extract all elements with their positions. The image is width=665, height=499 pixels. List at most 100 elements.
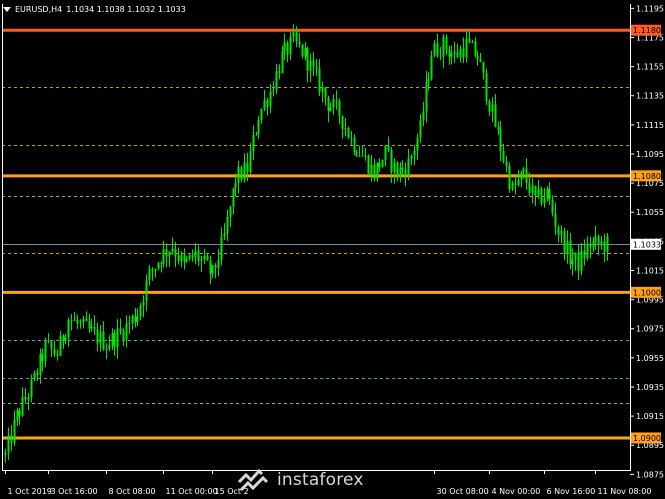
candle bbox=[462, 37, 465, 64]
candle bbox=[263, 89, 266, 112]
candle-body bbox=[85, 318, 88, 322]
candle bbox=[24, 388, 27, 404]
candle bbox=[315, 58, 318, 77]
price-level-labels: 1.1180 1.1080 1.1000 1.0900 1.1033 bbox=[631, 24, 661, 444]
candle-body bbox=[367, 155, 370, 175]
candle bbox=[338, 98, 341, 125]
candle bbox=[275, 63, 278, 95]
candle-body bbox=[232, 188, 235, 207]
candle-body bbox=[119, 328, 122, 332]
candle-body bbox=[445, 36, 448, 51]
candle bbox=[185, 256, 188, 264]
candle-body bbox=[301, 44, 304, 57]
level-price-tag: 1.1180 bbox=[631, 24, 661, 36]
candle bbox=[301, 43, 304, 59]
candle-body bbox=[479, 59, 482, 63]
candle bbox=[474, 37, 477, 58]
candle-body bbox=[209, 260, 212, 274]
candle-body bbox=[312, 60, 315, 67]
candle bbox=[209, 255, 212, 285]
candle-body bbox=[113, 333, 116, 348]
candle bbox=[157, 261, 160, 271]
candle bbox=[387, 136, 390, 153]
candle-body bbox=[220, 236, 223, 261]
watermark-text: instaforex bbox=[277, 470, 364, 490]
candle-body bbox=[396, 162, 399, 177]
candle bbox=[119, 318, 122, 335]
candle bbox=[399, 162, 402, 183]
candle-body bbox=[180, 254, 183, 261]
candle-body bbox=[64, 337, 67, 342]
candle bbox=[62, 334, 65, 349]
candle-body bbox=[546, 189, 549, 199]
candle-body bbox=[165, 249, 168, 257]
candle-body bbox=[327, 97, 330, 111]
candle bbox=[448, 45, 451, 65]
level-price-tag: 1.0900 bbox=[631, 432, 661, 444]
candle bbox=[459, 45, 462, 63]
candle-body bbox=[350, 137, 353, 139]
candle-body bbox=[597, 236, 600, 244]
candle-body bbox=[269, 91, 272, 107]
candle-body bbox=[24, 396, 27, 400]
candle-body bbox=[306, 47, 309, 71]
candle bbox=[116, 319, 119, 359]
candle-body bbox=[10, 435, 13, 443]
candle-body bbox=[517, 179, 520, 186]
candle-body bbox=[494, 104, 497, 127]
candle-body bbox=[292, 32, 295, 37]
candle bbox=[252, 125, 255, 160]
candle-body bbox=[393, 162, 396, 173]
candle bbox=[479, 52, 482, 63]
candle bbox=[563, 227, 566, 261]
candle bbox=[468, 31, 471, 44]
candle bbox=[200, 255, 203, 272]
candle bbox=[220, 227, 223, 266]
candle-body bbox=[214, 265, 217, 268]
candle-body bbox=[145, 280, 148, 302]
price-chart[interactable]: 1.11951.11751.11551.11351.11151.10951.10… bbox=[0, 0, 665, 499]
candle-body bbox=[355, 152, 358, 156]
candle-body bbox=[390, 149, 393, 173]
candle-body bbox=[286, 42, 289, 55]
level-lines bbox=[2, 28, 630, 440]
candle-body bbox=[548, 189, 551, 201]
candle bbox=[16, 407, 19, 427]
candle-body bbox=[108, 345, 111, 349]
candle-body bbox=[33, 372, 36, 380]
candle bbox=[304, 42, 307, 61]
candle bbox=[73, 311, 76, 322]
candle-body bbox=[229, 206, 232, 217]
candle-body bbox=[226, 216, 229, 234]
watermark-logo: instaforex bbox=[237, 463, 412, 497]
candle-body bbox=[332, 99, 335, 108]
candle bbox=[292, 24, 295, 43]
candle bbox=[105, 343, 108, 360]
candle-body bbox=[309, 60, 312, 71]
candle-body bbox=[4, 452, 7, 456]
candle bbox=[108, 335, 111, 352]
candle bbox=[546, 186, 549, 202]
candle-body bbox=[39, 353, 42, 375]
candle bbox=[574, 252, 577, 271]
candle bbox=[99, 325, 102, 352]
candle bbox=[191, 249, 194, 262]
candle bbox=[401, 160, 404, 176]
price-tick-label: 1.1115 bbox=[636, 121, 664, 130]
candle-body bbox=[540, 188, 543, 204]
candle bbox=[485, 68, 488, 105]
dropdown-triangle-icon[interactable] bbox=[3, 6, 11, 12]
candle bbox=[237, 160, 240, 194]
candle-body bbox=[82, 318, 85, 323]
candle-body bbox=[99, 331, 102, 344]
candle-body bbox=[111, 333, 114, 346]
candle-body bbox=[407, 158, 410, 176]
candle-body bbox=[249, 151, 252, 173]
candle bbox=[4, 448, 7, 463]
instaforex-logo-icon bbox=[237, 468, 269, 492]
candle-body bbox=[234, 183, 237, 189]
candle bbox=[580, 243, 583, 276]
candle-body bbox=[586, 244, 589, 259]
candle bbox=[378, 158, 381, 173]
candle-body bbox=[272, 90, 275, 92]
